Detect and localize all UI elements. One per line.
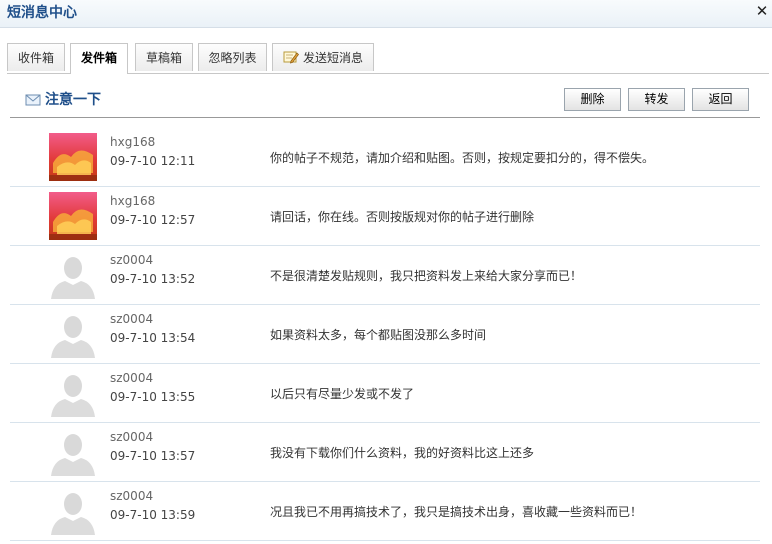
tab-outbox[interactable]: 发件箱: [70, 43, 128, 74]
tab-ignore-list[interactable]: 忽略列表: [198, 43, 267, 71]
message-time: 09-7-10 13:52: [110, 272, 196, 286]
toolbar-divider: [10, 117, 760, 118]
tab-inbox-label: 收件箱: [17, 51, 54, 65]
message-time: 09-7-10 13:54: [110, 331, 196, 345]
default-avatar-icon: [49, 310, 97, 358]
tab-send-message-label: 发送短消息: [302, 51, 363, 65]
section-heading-label: 注意一下: [45, 92, 101, 108]
message-sender[interactable]: hxg168: [110, 194, 155, 208]
message-sender[interactable]: sz0004: [110, 371, 153, 385]
message-time: 09-7-10 13:55: [110, 390, 196, 404]
message-row[interactable]: sz0004 09-7-10 13:55 以后只有尽量少发或不发了: [10, 364, 760, 423]
tab-outbox-label: 发件箱: [80, 51, 117, 65]
message-row[interactable]: hxg168 09-7-10 12:57 请回话，你在线。否则按版规对你的帖子进行删…: [10, 187, 760, 246]
message-text[interactable]: 况且我已不用再搞技术了，我只是搞技术出身，喜收藏一些资料而已！: [270, 503, 642, 520]
close-icon[interactable]: ✕: [754, 3, 770, 19]
message-text[interactable]: 不是很清楚发贴规则，我只把资料发上来给大家分享而已！: [270, 267, 582, 284]
message-sender[interactable]: sz0004: [110, 489, 153, 503]
forward-button[interactable]: 转发: [628, 88, 685, 111]
message-row[interactable]: sz0004 09-7-10 13:57 我没有下载你们什么资料，我的好资料比这上还…: [10, 423, 760, 482]
tab-ignore-list-label: 忽略列表: [208, 51, 257, 65]
delete-button[interactable]: 删除: [564, 88, 621, 111]
title-bar: 短消息中心 ✕: [0, 0, 772, 28]
message-text[interactable]: 你的帖子不规范，请加介绍和贴图。否则，按规定要扣分的，得不偿失。: [270, 149, 654, 166]
tab-drafts-label: 草稿箱: [145, 51, 182, 65]
user-photo-icon: [49, 192, 97, 240]
message-sender[interactable]: sz0004: [110, 312, 153, 326]
message-list: hxg168 09-7-10 12:11 你的帖子不规范，请加介绍和贴图。否则，按规…: [10, 128, 760, 541]
default-avatar-icon: [49, 369, 97, 417]
tab-send-message[interactable]: 发送短消息: [272, 43, 374, 71]
tab-drafts[interactable]: 草稿箱: [135, 43, 193, 71]
message-time: 09-7-10 13:57: [110, 449, 196, 463]
pen-icon: [283, 51, 299, 64]
user-photo-icon: [49, 133, 97, 181]
message-sender[interactable]: hxg168: [110, 135, 155, 149]
tab-bar: 收件箱 发件箱 草稿箱 忽略列表 发送短消息: [7, 43, 769, 74]
message-row[interactable]: hxg168 09-7-10 12:11 你的帖子不规范，请加介绍和贴图。否则，按规…: [10, 128, 760, 187]
message-row[interactable]: sz0004 09-7-10 13:59 况且我已不用再搞技术了，我只是搞技术出身，…: [10, 482, 760, 541]
default-avatar-icon: [49, 487, 97, 535]
message-time: 09-7-10 13:59: [110, 508, 196, 522]
message-text[interactable]: 请回话，你在线。否则按版规对你的帖子进行删除: [270, 208, 534, 225]
default-avatar-icon: [49, 428, 97, 476]
tab-inbox[interactable]: 收件箱: [7, 43, 65, 71]
section-heading: 注意一下: [25, 90, 101, 110]
message-row[interactable]: sz0004 09-7-10 13:54 如果资料太多，每个都贴图没那么多时间: [10, 305, 760, 364]
message-text[interactable]: 如果资料太多，每个都贴图没那么多时间: [270, 326, 486, 343]
message-row[interactable]: sz0004 09-7-10 13:52 不是很清楚发贴规则，我只把资料发上来给大家…: [10, 246, 760, 305]
envelope-icon: [25, 94, 41, 106]
message-text[interactable]: 以后只有尽量少发或不发了: [270, 385, 414, 402]
message-sender[interactable]: sz0004: [110, 253, 153, 267]
message-time: 09-7-10 12:57: [110, 213, 196, 227]
window-title: 短消息中心: [7, 5, 77, 21]
default-avatar-icon: [49, 251, 97, 299]
message-text[interactable]: 我没有下载你们什么资料，我的好资料比这上还多: [270, 444, 534, 461]
back-button[interactable]: 返回: [692, 88, 749, 111]
message-sender[interactable]: sz0004: [110, 430, 153, 444]
message-time: 09-7-10 12:11: [110, 154, 196, 168]
